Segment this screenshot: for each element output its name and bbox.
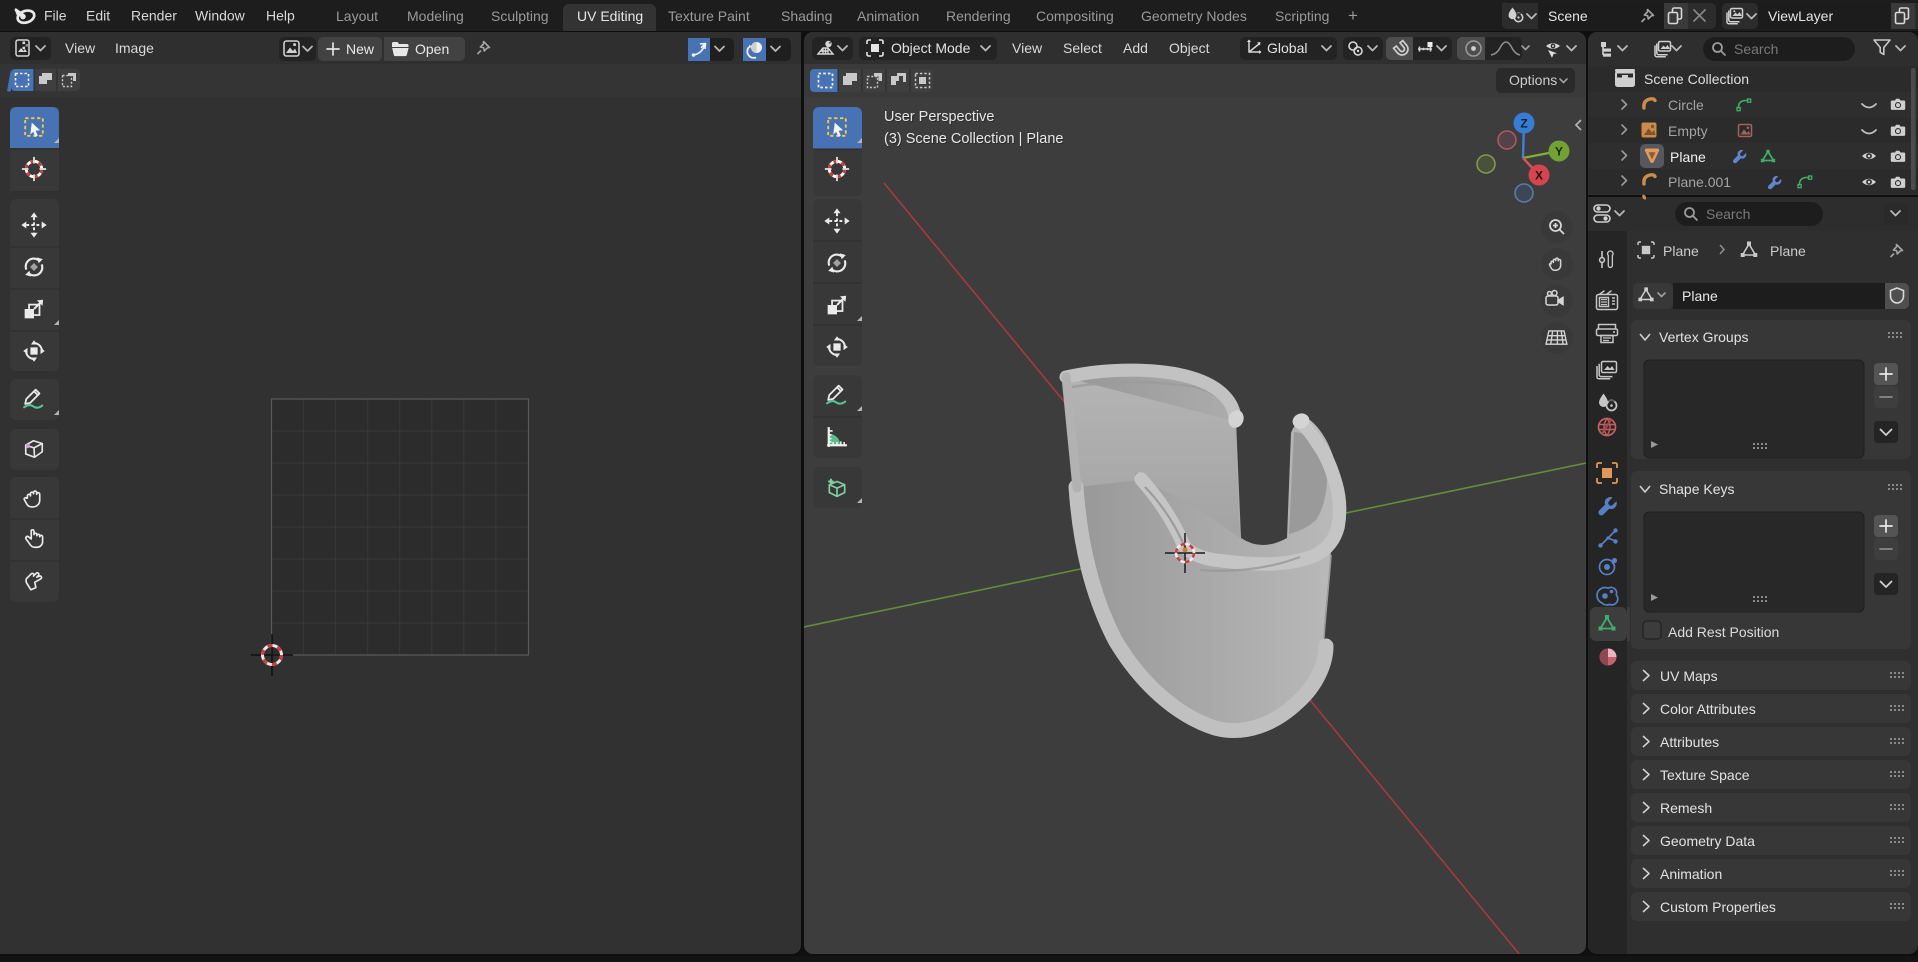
svg-text:Add Rest Position: Add Rest Position bbox=[1668, 624, 1779, 640]
svg-text:New: New bbox=[346, 41, 375, 57]
svg-text:ViewLayer: ViewLayer bbox=[1768, 8, 1833, 24]
svg-text:Z: Z bbox=[1520, 117, 1527, 131]
svg-text:Plane: Plane bbox=[1682, 288, 1718, 304]
svg-text:Window: Window bbox=[195, 8, 246, 24]
svg-text:Texture Paint: Texture Paint bbox=[668, 8, 750, 24]
svg-text:Options: Options bbox=[1509, 72, 1557, 88]
svg-text:Object: Object bbox=[1169, 40, 1210, 56]
svg-text:UV Maps: UV Maps bbox=[1660, 668, 1718, 684]
svg-text:Plane: Plane bbox=[1770, 243, 1806, 259]
svg-text:Image: Image bbox=[115, 40, 154, 56]
svg-text:Animation: Animation bbox=[857, 8, 919, 24]
svg-text:Plane: Plane bbox=[1663, 243, 1699, 259]
svg-text:Modeling: Modeling bbox=[407, 8, 464, 24]
svg-text:Object Mode: Object Mode bbox=[891, 40, 971, 56]
svg-text:Vertex Groups: Vertex Groups bbox=[1659, 329, 1749, 345]
svg-text:Help: Help bbox=[266, 8, 295, 24]
svg-text:View: View bbox=[1012, 40, 1043, 56]
svg-text:Layout: Layout bbox=[336, 8, 378, 24]
svg-text:Circle: Circle bbox=[1668, 97, 1704, 113]
svg-text:Scene Collection: Scene Collection bbox=[1644, 71, 1749, 87]
svg-text:Shading: Shading bbox=[781, 8, 832, 24]
svg-text:User Perspective: User Perspective bbox=[884, 109, 994, 125]
svg-text:+: + bbox=[1348, 6, 1358, 25]
svg-text:Edit: Edit bbox=[86, 8, 110, 24]
svg-text:Custom Properties: Custom Properties bbox=[1660, 899, 1776, 915]
svg-text:Open: Open bbox=[415, 41, 449, 57]
svg-text:Sculpting: Sculpting bbox=[491, 8, 549, 24]
svg-text:Animation: Animation bbox=[1660, 866, 1722, 882]
svg-text:Shape Keys: Shape Keys bbox=[1659, 481, 1735, 497]
svg-text:Rendering: Rendering bbox=[946, 8, 1011, 24]
svg-text:Compositing: Compositing bbox=[1036, 8, 1114, 24]
svg-text:UV Editing: UV Editing bbox=[577, 8, 643, 24]
svg-text:Plane.001: Plane.001 bbox=[1668, 174, 1731, 190]
svg-text:(3) Scene Collection | Plane: (3) Scene Collection | Plane bbox=[884, 131, 1063, 147]
svg-text:File: File bbox=[44, 8, 67, 24]
svg-text:Select: Select bbox=[1063, 40, 1102, 56]
svg-text:Remesh: Remesh bbox=[1660, 800, 1712, 816]
svg-text:Scene: Scene bbox=[1548, 8, 1588, 24]
svg-text:Attributes: Attributes bbox=[1660, 734, 1719, 750]
svg-text:Plane: Plane bbox=[1670, 149, 1706, 165]
svg-text:View: View bbox=[65, 40, 96, 56]
svg-text:Render: Render bbox=[131, 8, 177, 24]
svg-text:Search: Search bbox=[1734, 41, 1778, 57]
svg-text:Search: Search bbox=[1706, 206, 1750, 222]
svg-text:Color Attributes: Color Attributes bbox=[1660, 701, 1756, 717]
svg-text:Texture Space: Texture Space bbox=[1660, 767, 1750, 783]
svg-text:Global: Global bbox=[1267, 40, 1307, 56]
svg-text:Scripting: Scripting bbox=[1275, 8, 1329, 24]
svg-text:X: X bbox=[1535, 169, 1543, 183]
svg-text:Y: Y bbox=[1555, 145, 1563, 159]
svg-text:Empty: Empty bbox=[1668, 123, 1708, 139]
svg-text:Add: Add bbox=[1123, 40, 1148, 56]
svg-text:Geometry Nodes: Geometry Nodes bbox=[1141, 8, 1247, 24]
svg-text:Geometry Data: Geometry Data bbox=[1660, 833, 1755, 849]
